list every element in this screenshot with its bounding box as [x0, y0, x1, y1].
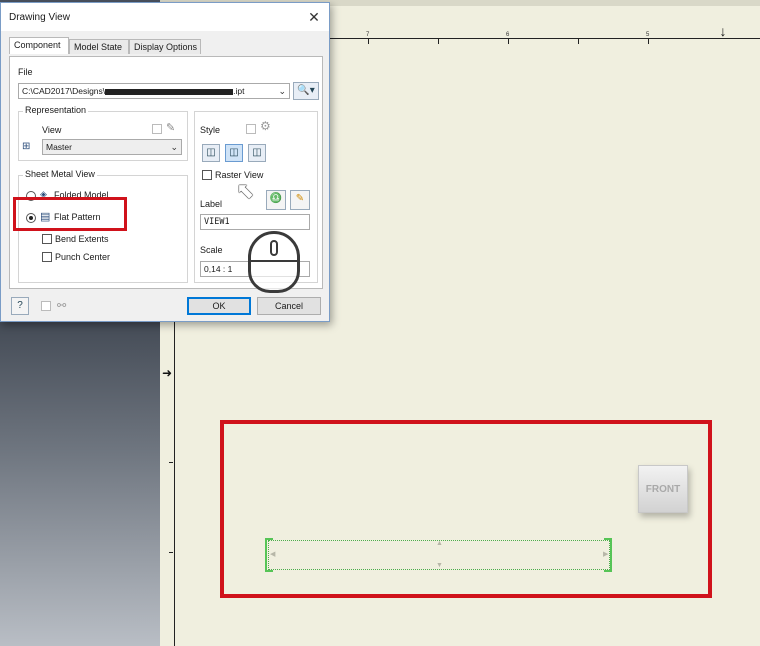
style-hidden-line-icon[interactable]: ◫: [202, 144, 220, 162]
ruler-number: 7: [366, 32, 370, 38]
view-label: View: [42, 125, 62, 135]
center-mark-arrow-icon: ➜: [162, 366, 173, 380]
mouse-wheel-icon: [270, 240, 278, 256]
punch-center-label: Punch Center: [55, 252, 111, 262]
dialog-title: Drawing View: [9, 12, 70, 23]
ruler-number: 6: [506, 32, 510, 38]
close-icon[interactable]: ✕: [305, 8, 323, 26]
representation-title: Representation: [23, 105, 89, 115]
ruler-tick: [648, 38, 649, 44]
tab-model-state[interactable]: Model State: [69, 39, 129, 54]
pointer-cursor-icon: ⬉: [236, 178, 255, 203]
grip-up-icon[interactable]: ▲: [436, 540, 443, 547]
associative-icon: ✎: [166, 122, 176, 134]
view-representation-value: Master: [46, 142, 72, 152]
cancel-button[interactable]: Cancel: [257, 297, 321, 315]
ruler-number: 5: [646, 32, 650, 38]
scale-label: Scale: [200, 245, 223, 255]
bend-extents-checkbox[interactable]: [42, 234, 52, 244]
ok-button[interactable]: OK: [187, 297, 251, 315]
ruler-tick: [508, 38, 509, 44]
file-path-combo[interactable]: C:\CAD2017\Designs\ .ipt ⌄: [18, 83, 290, 99]
grip-down-icon[interactable]: ▼: [436, 562, 443, 569]
ruler-tick: [438, 38, 439, 44]
show-preview-checkbox[interactable]: [41, 301, 51, 311]
view-representation-checkbox[interactable]: [152, 124, 162, 134]
ruler-tick: [368, 38, 369, 44]
view-representation-icon: ⊞: [22, 141, 31, 152]
chevron-down-icon: ⌄: [170, 142, 178, 152]
flat-pattern-highlight: [13, 197, 127, 231]
mouse-split-line: [251, 260, 297, 262]
style-label: Style: [200, 125, 221, 135]
redacted-filename: [105, 88, 234, 95]
grip-left-icon[interactable]: ◀: [270, 550, 275, 558]
label-visibility-icon[interactable]: ♎: [266, 190, 286, 210]
mouse-icon: [248, 231, 300, 293]
ruler-tick-left: [169, 552, 173, 553]
ruler-tick-left: [169, 462, 173, 463]
edit-label-icon[interactable]: ✎: [290, 190, 310, 210]
folder-browse-icon[interactable]: 🔍▾: [293, 82, 319, 100]
view-cube-front[interactable]: FRONT: [638, 465, 688, 513]
ruler-tick: [578, 38, 579, 44]
sheet-metal-view-title: Sheet Metal View: [23, 169, 97, 179]
view-representation-combo[interactable]: Master ⌄: [42, 139, 182, 155]
tab-component[interactable]: Component: [9, 37, 69, 54]
label-input[interactable]: VIEW1: [200, 214, 310, 230]
raster-view-checkbox[interactable]: [202, 170, 212, 180]
preview-glasses-icon: ⚯: [57, 300, 67, 312]
style-shaded-icon[interactable]: ◫: [248, 144, 266, 162]
label-caption: Label: [200, 199, 223, 209]
style-hidden-line-removed-icon[interactable]: ◫: [225, 144, 243, 162]
bend-extents-label: Bend Extents: [55, 234, 109, 244]
grip-right-icon[interactable]: ▶: [603, 550, 608, 558]
chevron-down-icon: ⌄: [278, 86, 286, 96]
file-path-suffix: .ipt: [233, 86, 245, 96]
style-from-base-checkbox[interactable]: [246, 124, 256, 134]
center-mark-arrow-icon: ↓: [719, 23, 727, 39]
dialog-titlebar[interactable]: Drawing View ✕: [1, 3, 329, 31]
punch-center-checkbox[interactable]: [42, 252, 52, 262]
style-from-base-icon: ⚙: [260, 119, 271, 133]
file-path-prefix: C:\CAD2017\Designs\: [22, 86, 106, 96]
file-label: File: [18, 67, 33, 77]
help-icon[interactable]: ?: [11, 297, 29, 315]
tab-display-options[interactable]: Display Options: [129, 39, 201, 54]
